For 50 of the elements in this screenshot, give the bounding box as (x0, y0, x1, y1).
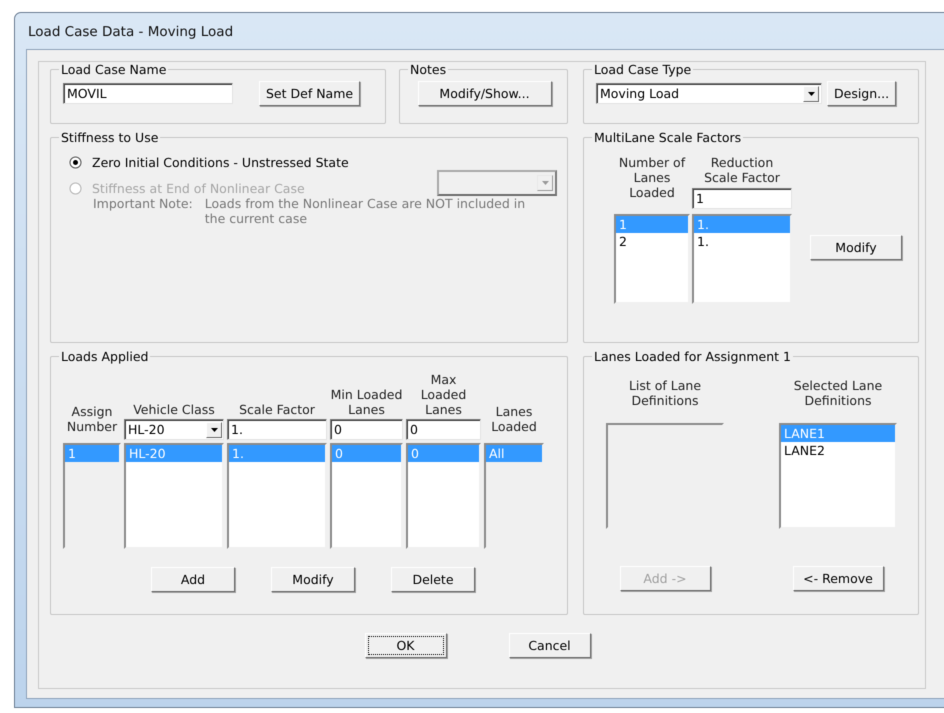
column-header: List of Lane Definitions (628, 378, 702, 408)
radio-icon (69, 182, 82, 194)
column-header: Vehicle Class (132, 402, 216, 417)
factor-field[interactable]: 1 (692, 188, 792, 209)
stiffness-dropdown[interactable] (437, 170, 557, 196)
column-header: Scale Factor (238, 402, 316, 417)
column-header: Min Loaded Lanes (330, 387, 403, 417)
window-title: Load Case Data - Moving Load (27, 23, 234, 42)
action-button[interactable]: Modify (271, 567, 355, 592)
selected-lane-list[interactable]: LANE1 LANE2 (779, 423, 897, 529)
group-label: MultiLane Scale Factors (593, 130, 742, 145)
cancel-button[interactable]: Cancel (508, 633, 590, 658)
note-label: Important Note: (93, 196, 193, 213)
group-label: Load Case Type (593, 62, 692, 77)
modify-button[interactable]: Modify (810, 235, 902, 260)
factor-list[interactable]: 1. 1. (692, 214, 792, 304)
case-type-dropdown[interactable]: Moving Load (596, 83, 822, 104)
group-label: Lanes Loaded for Assignment 1 (593, 349, 792, 364)
input-field[interactable]: 1. (227, 419, 327, 440)
action-button[interactable]: Add (151, 567, 235, 592)
caret-icon (542, 181, 548, 185)
column-header: Reduction Scale Factor (703, 154, 781, 185)
action-button[interactable]: Delete (391, 567, 475, 592)
list-item[interactable]: 1. (694, 233, 790, 250)
column-header: Assign Number (66, 404, 118, 436)
list-item[interactable]: 2 (616, 233, 688, 250)
radio-icon (69, 156, 82, 169)
ok-button[interactable]: OK (364, 633, 446, 658)
column-header: Number of Lanes Loaded (618, 154, 686, 202)
note-text: Loads from the Nonlinear Case are NOT included in the current case (204, 196, 526, 226)
list-item[interactable]: LANE2 (781, 442, 895, 459)
group-label: Loads Applied (60, 349, 150, 364)
design-button[interactable]: Design... (827, 81, 896, 106)
group-label: Load Case Name (60, 62, 168, 77)
radio-option[interactable]: Zero Initial Conditions - Unstressed State (69, 155, 557, 170)
group-label: Stiffness to Use (60, 130, 160, 145)
caret-icon (808, 92, 814, 96)
set-name-button[interactable]: Set Def Name (259, 81, 360, 106)
input-field[interactable]: 0 (406, 419, 481, 440)
vehicle-class-dropdown[interactable]: HL-20 (124, 419, 224, 440)
name-field[interactable]: MOVIL (63, 83, 233, 104)
caret-icon (210, 428, 218, 432)
column-header: Lanes Loaded (490, 404, 538, 436)
input-field[interactable]: 0 (330, 419, 403, 440)
group-label: Notes (409, 62, 448, 77)
column-header: Max Loaded Lanes (420, 372, 468, 417)
column-header: Selected Lane Definitions (792, 378, 884, 408)
lanes-list[interactable]: 1 2 (614, 214, 690, 304)
notes-button[interactable]: Modify/Show... (418, 81, 552, 106)
remove-button[interactable]: <- Remove (792, 566, 884, 591)
